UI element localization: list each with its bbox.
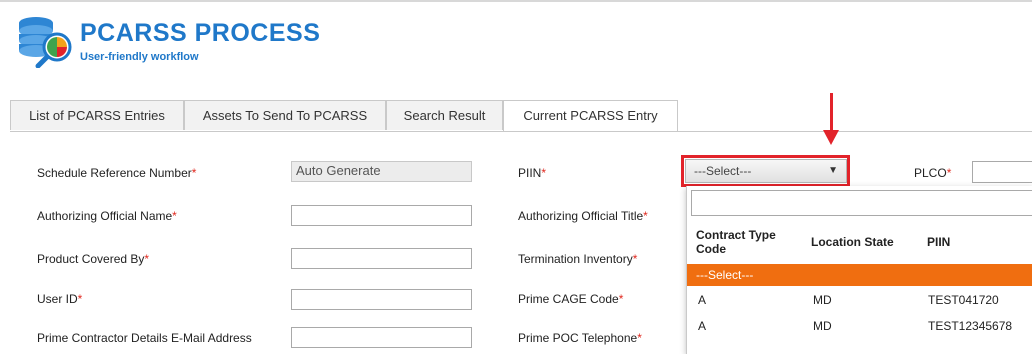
auth-name-input[interactable] bbox=[291, 205, 472, 226]
required-mark: * bbox=[643, 209, 648, 223]
logo-icon bbox=[19, 17, 72, 68]
plco-label: PLCO* bbox=[914, 166, 952, 180]
annotation-highlight-box bbox=[681, 155, 850, 187]
row-contract-type: A bbox=[698, 319, 707, 333]
piin-label: PIIN* bbox=[518, 166, 547, 180]
prime-cage-label: Prime CAGE Code* bbox=[518, 292, 624, 306]
app-subtitle: User-friendly workflow bbox=[80, 51, 199, 63]
piin-dropdown-header: Contract Type Code Location State PIIN bbox=[687, 224, 1032, 260]
dropdown-option-select-label: ---Select--- bbox=[696, 268, 754, 282]
product-covered-label: Product Covered By* bbox=[37, 252, 150, 266]
red-arrow-icon bbox=[823, 130, 839, 145]
piin-dropdown-panel: Contract Type Code Location State PIIN -… bbox=[686, 186, 1032, 354]
auth-name-label: Authorizing Official Name* bbox=[37, 209, 177, 223]
required-mark: * bbox=[618, 292, 624, 306]
plco-input[interactable] bbox=[972, 161, 1032, 183]
top-border bbox=[0, 0, 1032, 2]
prime-email-input[interactable] bbox=[291, 327, 472, 348]
tab-assets-to-send[interactable]: Assets To Send To PCARSS bbox=[184, 100, 386, 130]
termination-inventory-label: Termination Inventory* bbox=[518, 252, 638, 266]
user-id-label: User ID* bbox=[37, 292, 83, 306]
required-mark: * bbox=[144, 252, 150, 266]
schedule-ref-label: Schedule Reference Number* bbox=[37, 166, 197, 180]
app-title: PCARSS PROCESS bbox=[80, 19, 321, 47]
user-id-input[interactable] bbox=[291, 289, 472, 310]
tab-bar: List of PCARSS Entries Assets To Send To… bbox=[10, 100, 1032, 132]
tab-list-of-pcarss-entries[interactable]: List of PCARSS Entries bbox=[10, 100, 184, 130]
annotation-arrow-shaft bbox=[830, 93, 833, 133]
dropdown-row[interactable]: A MD TEST12345678 bbox=[687, 314, 1032, 338]
column-location-state: Location State bbox=[811, 235, 894, 249]
schedule-ref-field: Auto Generate bbox=[291, 161, 472, 182]
column-piin: PIIN bbox=[927, 235, 951, 249]
piin-dropdown-search-input[interactable] bbox=[691, 190, 1032, 216]
row-location-state: MD bbox=[813, 319, 832, 333]
row-contract-type: A bbox=[698, 293, 707, 307]
required-mark: * bbox=[946, 166, 952, 180]
prime-email-label: Prime Contractor Details E-Mail Address bbox=[37, 331, 252, 345]
column-contract-type-code: Contract Type Code bbox=[696, 228, 776, 256]
prime-poc-tel-label: Prime POC Telephone* bbox=[518, 331, 642, 345]
tab-search-result[interactable]: Search Result bbox=[386, 100, 503, 130]
dropdown-row[interactable]: A MD TEST041720 bbox=[687, 288, 1032, 312]
required-mark: * bbox=[632, 252, 638, 266]
tab-current-pcarss-entry[interactable]: Current PCARSS Entry bbox=[503, 100, 678, 132]
product-covered-input[interactable] bbox=[291, 248, 472, 269]
required-mark: * bbox=[637, 331, 642, 345]
required-mark: * bbox=[77, 292, 83, 306]
required-mark: * bbox=[191, 166, 197, 180]
required-mark: * bbox=[541, 166, 547, 180]
required-mark: * bbox=[172, 209, 177, 223]
auth-title-label: Authorizing Official Title* bbox=[518, 209, 648, 223]
row-piin: TEST041720 bbox=[928, 293, 999, 307]
dropdown-option-select[interactable]: ---Select--- bbox=[687, 264, 1032, 286]
row-location-state: MD bbox=[813, 293, 832, 307]
tab-divider bbox=[10, 131, 1032, 132]
row-piin: TEST12345678 bbox=[928, 319, 1013, 333]
